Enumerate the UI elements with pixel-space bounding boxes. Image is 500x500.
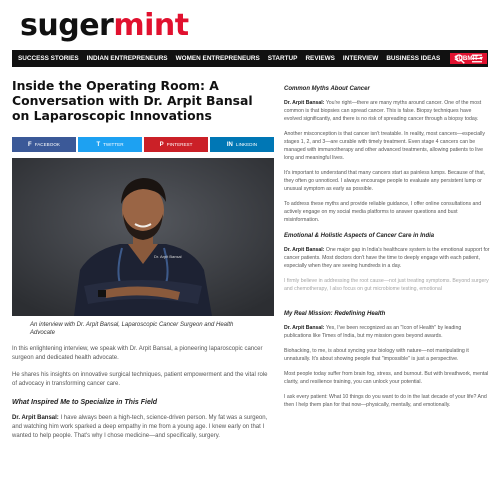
facebook-icon: f [28, 141, 32, 148]
logo-text-mint: mint [113, 8, 189, 43]
mission-paragraph-3: Most people today suffer from brain fog,… [284, 371, 489, 385]
myths-paragraph-1: Dr. Arpit Bansal: You're right—there are… [284, 99, 490, 123]
menu-icon[interactable] [472, 54, 482, 63]
main-nav: SUCCESS STORIES INDIAN ENTREPRENEURS WOM… [12, 50, 488, 67]
mission-paragraph-1: Dr. Arpit Bansal: Yes, I've been recogni… [284, 324, 490, 340]
search-icon[interactable] [455, 53, 465, 64]
linkedin-icon: in [226, 141, 233, 148]
name-tag: Dr. Arpit Bansal [154, 254, 182, 259]
section-title-mission: My Real Mission: Redefining Health [284, 311, 386, 317]
myths-paragraph-3: It's important to understand that many c… [284, 170, 486, 192]
share-bar: f FACEBOOK t TWITTER P PINTEREST in LINKEDIN [12, 137, 274, 152]
section-title-myths: Common Myths About Cancer [284, 86, 370, 92]
speaker-label: Dr. Arpit Bansal: [284, 247, 325, 253]
share-label: TWITTER [103, 142, 124, 147]
mission-paragraph-2: Biohacking, to me, is about syncing your… [284, 348, 469, 362]
share-linkedin-button[interactable]: in LINKEDIN [210, 137, 274, 152]
article-title: Inside the Operating Room: A Conversatio… [12, 78, 253, 123]
photo-caption: An interview with Dr. Arpit Bansal, Lapa… [30, 322, 234, 336]
share-label: LINKEDIN [235, 142, 258, 147]
holistic-paragraph-2: I firmly believe in addressing the root … [284, 278, 489, 292]
nav-item-success-stories[interactable]: SUCCESS STORIES [18, 55, 79, 62]
intro-paragraph-2: He shares his insights on innovative sur… [12, 372, 268, 387]
nav-icons [455, 50, 482, 67]
speaker-label: Dr. Arpit Bansal: [284, 325, 325, 331]
speaker-label: Dr. Arpit Bansal: [284, 100, 325, 106]
share-facebook-button[interactable]: f FACEBOOK [12, 137, 76, 152]
logo-text-suger: suger [20, 8, 114, 43]
pinterest-icon: P [159, 141, 164, 148]
article-main: Inside the Operating Room: A Conversatio… [12, 78, 274, 441]
section-title-holistic: Emotional & Holistic Aspects of Cancer C… [284, 233, 435, 239]
myths-paragraph-2: Another misconception is that cancer isn… [284, 131, 485, 161]
share-label: PINTEREST [166, 142, 193, 147]
doctor-photo: Dr. Arpit Bansal [12, 158, 274, 316]
holistic-paragraph-1: Dr. Arpit Bansal: One major gap in India… [284, 246, 490, 270]
nav-item-business-ideas[interactable]: BUSINESS IDEAS [386, 55, 440, 62]
article-sidebar-column: Common Myths About Cancer Dr. Arpit Bans… [284, 86, 490, 409]
mission-paragraph-4: I ask every patient: What 10 things do y… [284, 394, 487, 408]
nav-item-startup[interactable]: STARTUP [268, 55, 298, 62]
doctor-portrait-illustration: Dr. Arpit Bansal [12, 158, 274, 316]
site-logo[interactable]: sugermint [20, 9, 189, 43]
nav-item-women-entrepreneurs[interactable]: WOMEN ENTREPRENEURS [176, 55, 260, 62]
share-twitter-button[interactable]: t TWITTER [78, 137, 142, 152]
nav-item-reviews[interactable]: REVIEWS [305, 55, 334, 62]
nav-item-indian-entrepreneurs[interactable]: INDIAN ENTREPRENEURS [87, 55, 168, 62]
twitter-icon: t [96, 141, 101, 148]
speaker-label: Dr. Arpit Bansal: [12, 415, 59, 421]
inspiration-paragraph: Dr. Arpit Bansal: I have always been a h… [12, 414, 274, 441]
myths-paragraph-4: To address these myths and provide relia… [284, 201, 482, 223]
intro-paragraph-1: In this enlightening interview, we speak… [12, 346, 263, 361]
nav-item-interview[interactable]: INTERVIEW [343, 55, 378, 62]
share-pinterest-button[interactable]: P PINTEREST [144, 137, 208, 152]
share-label: FACEBOOK [34, 142, 60, 147]
section-title-inspiration: What Inspired Me to Specialize in This F… [12, 399, 158, 406]
